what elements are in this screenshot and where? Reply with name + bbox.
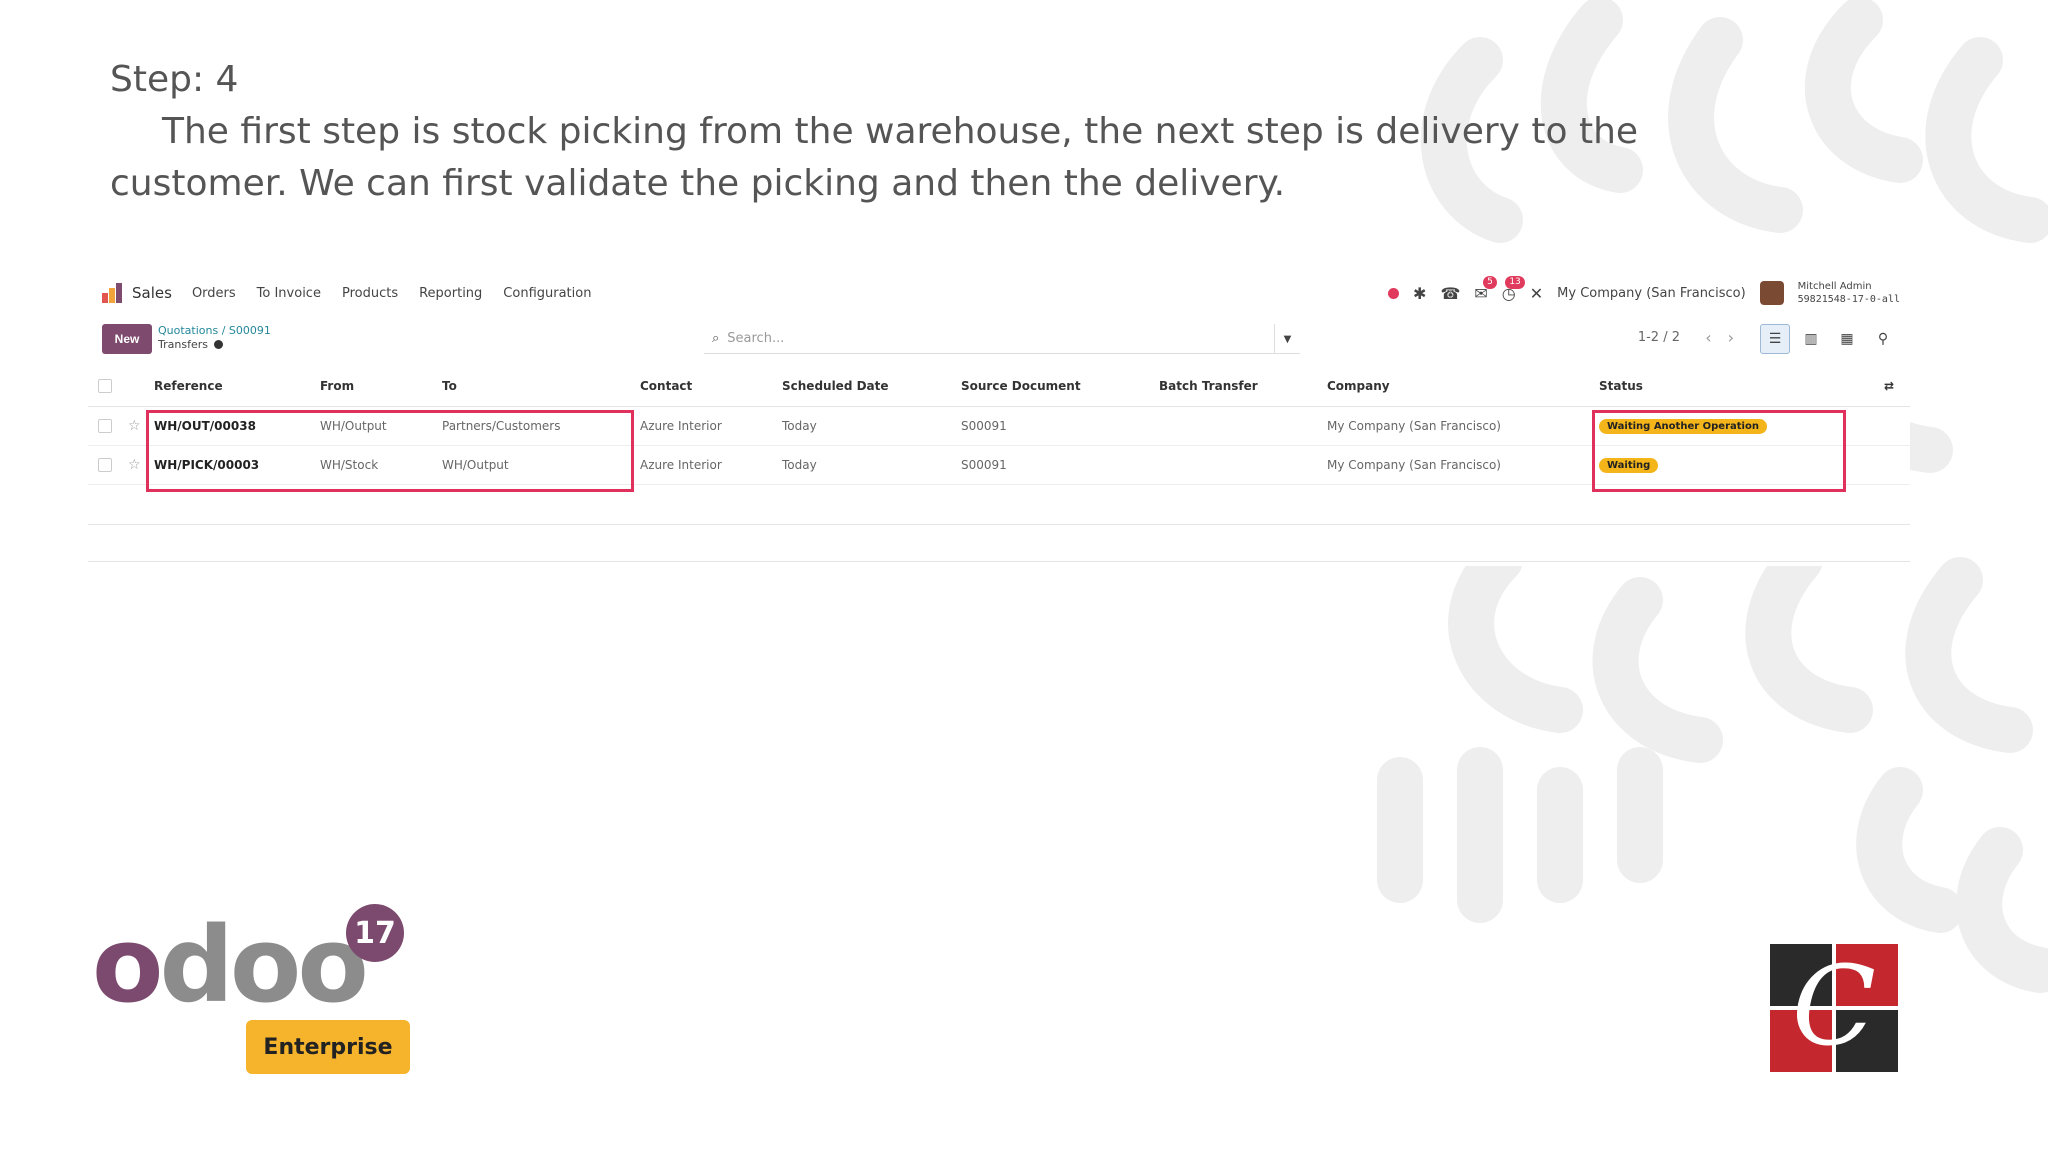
star-icon[interactable]: ☆ <box>128 457 141 473</box>
breadcrumb-current: Transfers <box>158 338 208 351</box>
optional-columns-icon[interactable]: ⇄ <box>1884 366 1910 407</box>
kanban-view-icon[interactable]: ▥ <box>1796 324 1826 354</box>
search-bar[interactable]: ⌕ Search... ▼ <box>704 324 1300 354</box>
star-icon[interactable]: ☆ <box>128 418 141 434</box>
calendar-view-icon[interactable]: ▦ <box>1832 324 1862 354</box>
step-title: Step: 4 <box>110 59 239 100</box>
col-from[interactable]: From <box>320 366 442 407</box>
col-reference[interactable]: Reference <box>154 366 320 407</box>
menu-to-invoice[interactable]: To Invoice <box>257 286 321 301</box>
col-batch-transfer[interactable]: Batch Transfer <box>1159 366 1327 407</box>
pager-prev-icon[interactable]: ‹ <box>1705 328 1727 347</box>
database-name: 59821548-17-0-all <box>1797 294 1900 305</box>
cell-company: My Company (San Francisco) <box>1327 406 1599 446</box>
odoo-screenshot: Sales Orders To Invoice Products Reporti… <box>88 270 1910 566</box>
search-input[interactable]: Search... <box>727 331 784 346</box>
odoo-logo: odoo 17 Enterprise <box>92 904 412 1094</box>
pager-navigation: ‹› <box>1705 328 1750 347</box>
highlight-box-status <box>1592 410 1846 492</box>
row-checkbox[interactable] <box>98 418 112 433</box>
table-header: Reference From To Contact Scheduled Date… <box>88 366 1910 407</box>
map-view-icon[interactable]: ⚲ <box>1868 324 1898 354</box>
company-logo: C <box>1770 944 1898 1072</box>
menu-orders[interactable]: Orders <box>192 286 236 301</box>
cell-batch-transfer <box>1159 445 1327 485</box>
breadcrumb-quotations[interactable]: Quotations <box>158 324 218 337</box>
tools-icon[interactable]: ✕ <box>1530 284 1543 303</box>
menu-reporting[interactable]: Reporting <box>419 286 482 301</box>
cell-batch-transfer <box>1159 406 1327 446</box>
search-icon: ⌕ <box>712 331 720 346</box>
chat-icon[interactable]: ✉ 5 <box>1474 275 1497 303</box>
cell-scheduled-date: Today <box>782 445 961 485</box>
slide-text: Step: 4 The first step is stock picking … <box>110 54 1810 210</box>
odoo-wordmark: odoo <box>92 904 369 1026</box>
enterprise-badge: Enterprise <box>246 1020 410 1074</box>
user-menu[interactable]: Mitchell Admin 59821548-17-0-all <box>1798 280 1900 306</box>
col-status[interactable]: Status <box>1599 366 1884 407</box>
cell-scheduled-date: Today <box>782 406 961 446</box>
activity-clock-icon[interactable]: ◷ 13 <box>1502 275 1525 303</box>
new-button[interactable]: New <box>102 324 152 354</box>
sales-app-icon[interactable] <box>102 283 124 303</box>
col-to[interactable]: To <box>442 366 640 407</box>
breadcrumb: Quotations / S00091 Transfers <box>158 324 271 351</box>
pager-next-icon[interactable]: › <box>1728 328 1750 347</box>
record-dot-icon[interactable] <box>1388 287 1400 299</box>
cell-contact: Azure Interior <box>640 406 782 446</box>
svg-text:C: C <box>1792 944 1876 1070</box>
pager-value[interactable]: 1-2 / 2 <box>1638 330 1680 345</box>
row-checkbox[interactable] <box>98 457 112 472</box>
cell-company: My Company (San Francisco) <box>1327 445 1599 485</box>
view-switcher: ☰ ▥ ▦ ⚲ <box>1760 324 1898 354</box>
top-navbar: Sales Orders To Invoice Products Reporti… <box>88 270 1910 316</box>
chat-count-badge: 5 <box>1483 275 1497 289</box>
search-options-caret-icon[interactable]: ▼ <box>1274 324 1300 354</box>
menu-configuration[interactable]: Configuration <box>503 286 591 301</box>
cell-contact: Azure Interior <box>640 445 782 485</box>
select-all-checkbox[interactable] <box>98 379 112 393</box>
version-badge: 17 <box>346 904 404 962</box>
menu-products[interactable]: Products <box>342 286 398 301</box>
gear-icon[interactable] <box>213 340 223 349</box>
company-switcher[interactable]: My Company (San Francisco) <box>1557 286 1745 301</box>
cell-source-document: S00091 <box>961 445 1159 485</box>
bug-icon[interactable]: ✱ <box>1413 284 1426 303</box>
col-company[interactable]: Company <box>1327 366 1599 407</box>
col-source-document[interactable]: Source Document <box>961 366 1159 407</box>
user-name: Mitchell Admin <box>1797 281 1872 292</box>
user-avatar[interactable] <box>1759 281 1784 305</box>
empty-list-row <box>88 524 1910 562</box>
col-scheduled-date[interactable]: Scheduled Date <box>782 366 961 407</box>
control-panel: New Quotations / S00091 Transfers ⌕ Sear… <box>88 316 1910 360</box>
navbar-systray: ✱ ☎ ✉ 5 ◷ 13 ✕ My Company (San Francisco) … <box>1388 270 1900 316</box>
cell-source-document: S00091 <box>961 406 1159 446</box>
step-description: The first step is stock picking from the… <box>110 111 1639 204</box>
breadcrumb-order[interactable]: S00091 <box>229 324 271 337</box>
activity-count-badge: 13 <box>1505 275 1525 289</box>
phone-icon[interactable]: ☎ <box>1440 284 1460 303</box>
app-brand[interactable]: Sales <box>132 284 172 302</box>
col-contact[interactable]: Contact <box>640 366 782 407</box>
highlight-box-references <box>146 410 634 492</box>
list-view-icon[interactable]: ☰ <box>1760 324 1790 354</box>
